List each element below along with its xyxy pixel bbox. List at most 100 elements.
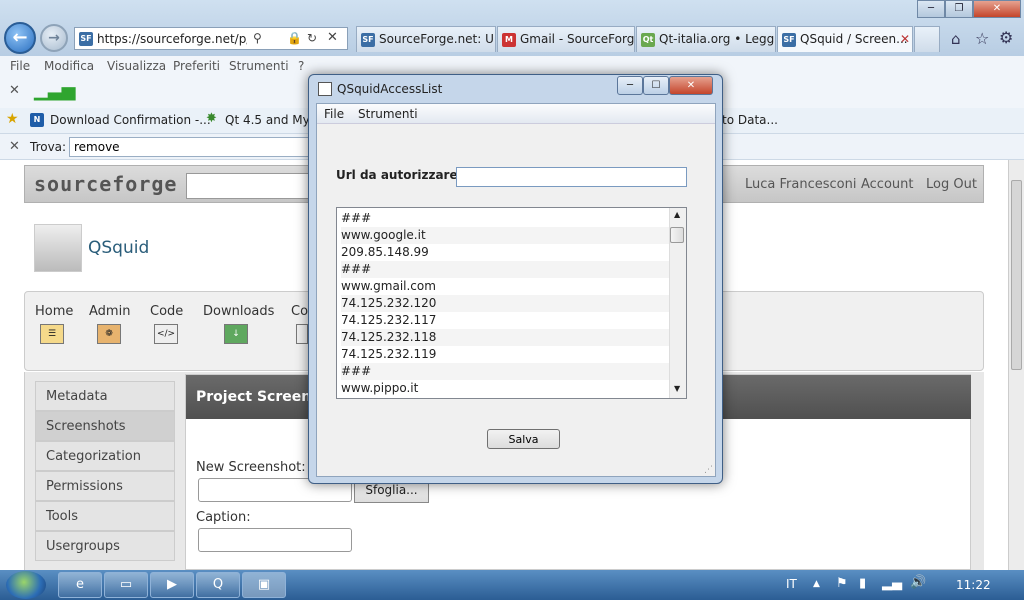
arrow-left-icon: ← [12, 27, 28, 48]
close-tab-icon[interactable]: ✕ [900, 32, 910, 46]
tray-expand-icon[interactable]: ▲ [813, 579, 820, 589]
dialog-maximize-button[interactable]: ☐ [643, 76, 669, 95]
account-link[interactable]: Account [861, 177, 914, 192]
menu-file[interactable]: File [10, 59, 30, 73]
home-icon[interactable]: ⌂ [951, 30, 961, 48]
dialog-menu-strumenti[interactable]: Strumenti [358, 107, 418, 121]
logout-link[interactable]: Log Out [926, 177, 977, 192]
menu-help[interactable]: ? [298, 59, 304, 73]
new-tab-button[interactable] [914, 26, 940, 52]
scroll-up-icon[interactable]: ▲ [674, 210, 680, 219]
power-icon[interactable]: ▮ [859, 576, 866, 591]
dialog-menu-file[interactable]: File [324, 107, 344, 121]
address-bar[interactable]: SF https://sourceforge.net/p/qs ⚲ 🔒 ↻ ✕ [74, 27, 348, 50]
favorites-star-icon[interactable]: ☆ [975, 29, 989, 48]
sidebar-item-categorization[interactable]: Categorization [35, 441, 175, 471]
sidebar-item-permissions[interactable]: Permissions [35, 471, 175, 501]
menu-visualizza[interactable]: Visualizza [107, 59, 166, 73]
list-item[interactable]: www.pippo.it [341, 380, 671, 397]
fav-download-confirmation[interactable]: Download Confirmation -... [50, 113, 211, 127]
tab-home[interactable]: Home [35, 304, 73, 319]
user-name-link[interactable]: Luca Francesconi [745, 177, 856, 192]
access-list[interactable]: ### www.google.it 209.85.148.99 ### www.… [336, 207, 687, 399]
taskbar-ie-button[interactable]: e [58, 572, 102, 598]
favorites-star-icon[interactable]: ★ [6, 111, 19, 127]
list-scrollbar-thumb[interactable] [670, 227, 684, 243]
stop-icon[interactable]: ✕ [327, 30, 338, 45]
menu-strumenti[interactable]: Strumenti [229, 59, 289, 73]
list-item[interactable]: www.gmail.com [341, 278, 671, 295]
menu-preferiti[interactable]: Preferiti [173, 59, 220, 73]
code-tab-icon[interactable]: </> [154, 324, 178, 344]
url-label: Url da autorizzare: [336, 168, 463, 182]
language-indicator[interactable]: IT [786, 577, 797, 591]
sourceforge-logo[interactable]: sourceforge [34, 172, 177, 196]
tab-gmail[interactable]: M Gmail - SourceForg... [497, 26, 635, 52]
start-button[interactable] [6, 571, 46, 599]
dialog-minimize-button[interactable]: ─ [617, 76, 643, 95]
list-item[interactable]: ### [341, 363, 671, 380]
tab-code[interactable]: Code [150, 304, 183, 319]
scroll-down-icon[interactable]: ▼ [674, 384, 680, 393]
save-button[interactable]: Salva [487, 429, 560, 449]
fav-qt-mysql[interactable]: Qt 4.5 and MyS [225, 113, 317, 127]
action-center-flag-icon[interactable]: ⚑ [836, 576, 848, 591]
network-icon[interactable]: ▂▄ [882, 576, 902, 591]
close-button[interactable]: ✕ [973, 0, 1021, 18]
refresh-icon[interactable]: ↻ [307, 31, 317, 45]
tab-sourceforge-u[interactable]: SF SourceForge.net: U... [356, 26, 496, 52]
admin-tab-icon[interactable]: ❁ [97, 324, 121, 344]
page-scrollbar-thumb[interactable] [1011, 180, 1022, 370]
list-item[interactable]: www.google.it [341, 227, 671, 244]
close-icon: ✕ [686, 80, 696, 91]
list-item[interactable]: ### [341, 261, 671, 278]
list-item[interactable]: 209.85.148.99 [341, 244, 671, 261]
find-label: Trova: [30, 140, 67, 154]
project-title[interactable]: QSquid [88, 238, 149, 258]
tab-co[interactable]: Co [291, 304, 308, 319]
list-item[interactable]: ### [341, 210, 671, 227]
sidebar-item-tools[interactable]: Tools [35, 501, 175, 531]
download-tab-icon[interactable]: ↓ [224, 324, 248, 344]
forward-button[interactable]: → [40, 24, 68, 52]
list-item[interactable]: 74.125.232.120 [341, 295, 671, 312]
resize-grip-icon[interactable]: ⋰ [704, 465, 713, 475]
home-tab-icon[interactable]: ☰ [40, 324, 64, 344]
page-scrollbar[interactable] [1008, 160, 1024, 570]
maximize-icon: ☐ [651, 80, 661, 91]
clock[interactable]: 11:22 [956, 578, 991, 592]
list-item[interactable]: 74.125.232.118 [341, 329, 671, 346]
tab-downloads[interactable]: Downloads [203, 304, 274, 319]
taskbar-qt-button[interactable]: Q [196, 572, 240, 598]
sidebar-item-metadata[interactable]: Metadata [35, 381, 175, 411]
taskbar-media-button[interactable]: ▶ [150, 572, 194, 598]
browser-menubar: File Modifica Visualizza Preferiti Strum… [0, 56, 1024, 76]
menu-modifica[interactable]: Modifica [44, 59, 94, 73]
co-tab-icon[interactable] [296, 324, 308, 344]
site-search-input[interactable] [186, 173, 316, 199]
search-icon[interactable]: ⚲ [253, 31, 262, 45]
sidebar-item-screenshots[interactable]: Screenshots [35, 411, 175, 441]
taskbar-explorer-button[interactable]: ▭ [104, 572, 148, 598]
qt-favicon: Qt [641, 33, 655, 47]
find-input[interactable] [69, 137, 309, 157]
minimize-button[interactable]: ─ [917, 0, 945, 18]
taskbar-qsquid-button[interactable]: ▣ [242, 572, 286, 598]
tab-admin[interactable]: Admin [89, 304, 130, 319]
gear-icon[interactable]: ⚙ [999, 28, 1013, 47]
url-input[interactable] [456, 167, 687, 187]
tab-qsquid-screenshots[interactable]: SF QSquid / Screen... ✕ [777, 26, 913, 52]
list-item[interactable]: 74.125.232.119 [341, 346, 671, 363]
fav-data[interactable]: to Data... [722, 113, 778, 127]
dialog-close-button[interactable]: ✕ [669, 76, 713, 95]
volume-icon[interactable]: 🔊 [910, 575, 926, 590]
close-toolbar-icon[interactable]: ✕ [9, 83, 20, 98]
window-icon: ▣ [257, 577, 271, 592]
caption-input[interactable] [198, 528, 352, 552]
sidebar-item-usergroups[interactable]: Usergroups [35, 531, 175, 561]
list-item[interactable]: 74.125.232.117 [341, 312, 671, 329]
restore-button[interactable]: ❐ [945, 0, 973, 18]
back-button[interactable]: ← [4, 22, 36, 54]
tab-qt-italia[interactable]: Qt Qt-italia.org • Legg... [636, 26, 776, 52]
close-find-icon[interactable]: ✕ [9, 139, 20, 154]
